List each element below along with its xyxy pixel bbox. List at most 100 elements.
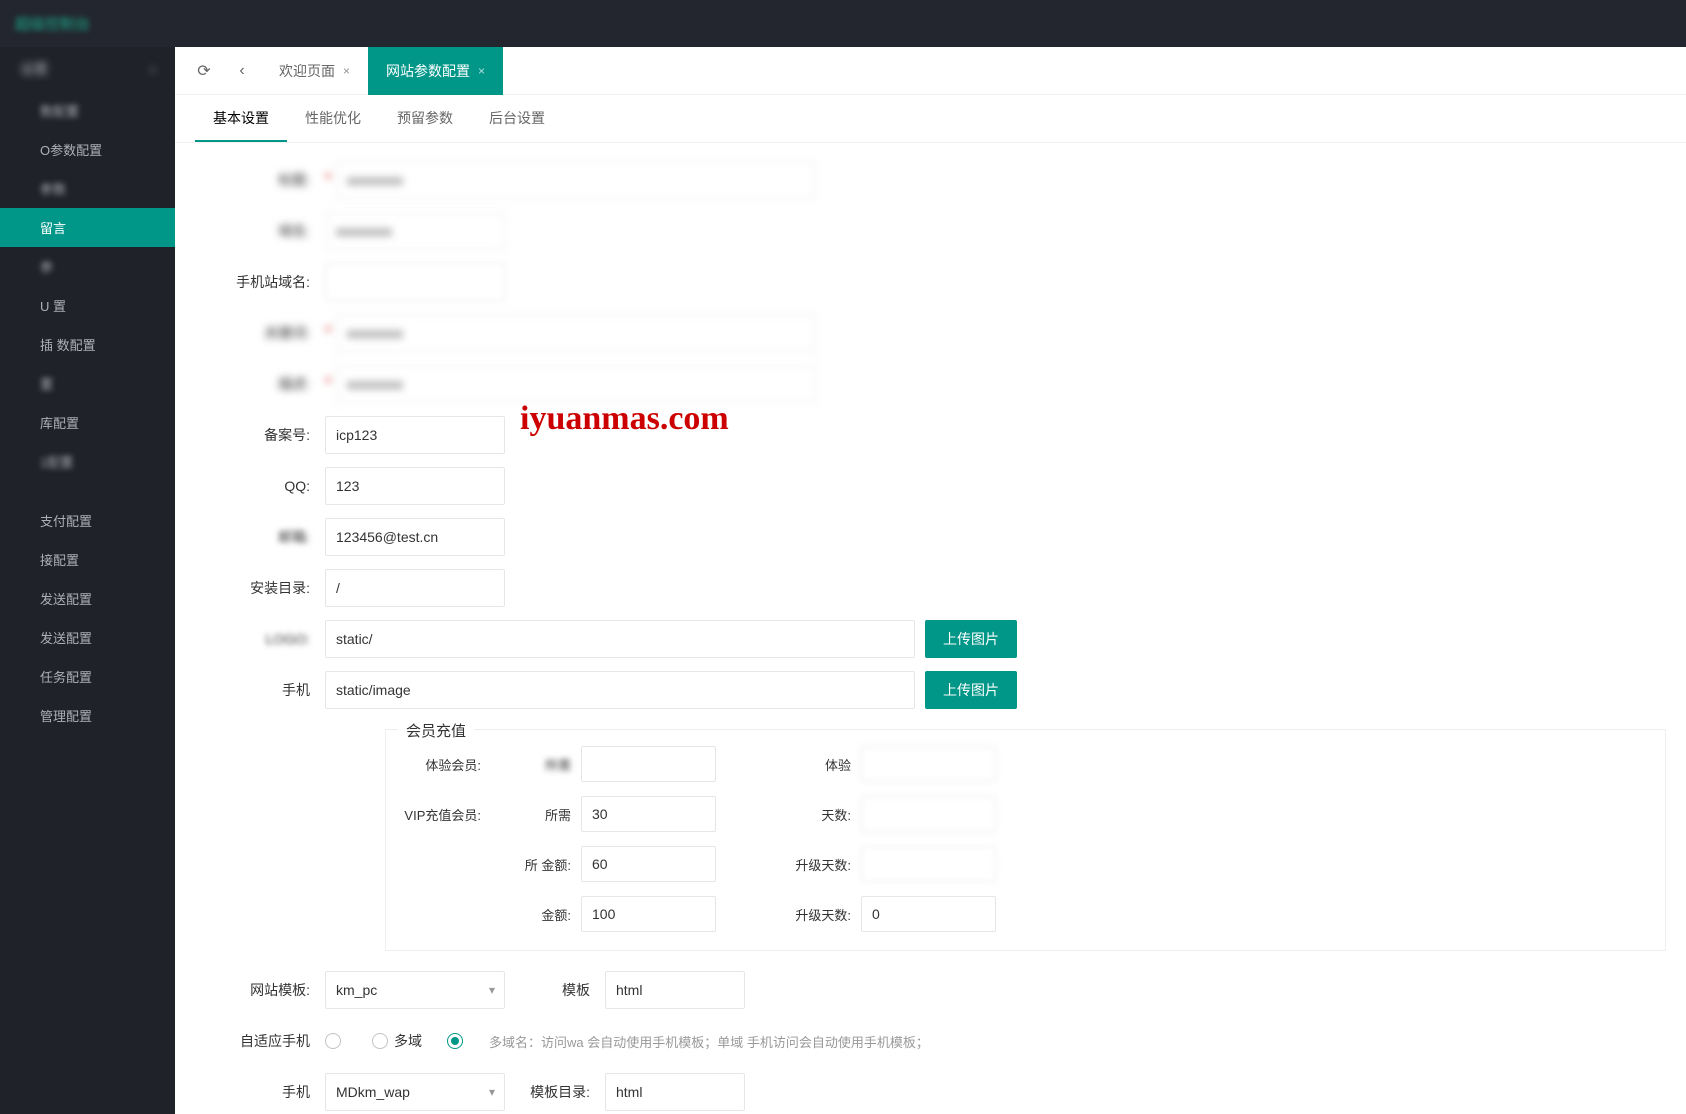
radio-option-2[interactable] [447, 1033, 469, 1049]
sidebar-item-12[interactable]: 接配置 [0, 540, 175, 579]
qq-input[interactable] [325, 467, 505, 505]
form-label: 关键词: [175, 323, 325, 343]
back-button[interactable]: ‹ [223, 52, 261, 90]
form-row: 域名: [175, 212, 1686, 250]
sidebar-group[interactable]: 设置 ▴ [0, 47, 175, 91]
icp-input[interactable] [325, 416, 505, 454]
fieldset-title: 会员充值 [398, 720, 474, 741]
desc-input[interactable] [336, 365, 816, 403]
mobile-template-value[interactable] [325, 1073, 505, 1111]
email-input[interactable] [325, 518, 505, 556]
form-label: 描述: [175, 374, 325, 394]
mobile-template-dir-label: 模板目录: [505, 1082, 605, 1102]
mobile-domain-input[interactable] [325, 263, 505, 301]
radio-option-0[interactable] [325, 1033, 347, 1049]
form-row: 关键词: * [175, 314, 1686, 352]
sidebar-item-10[interactable] [0, 481, 175, 501]
sidebar-item-11[interactable]: 支付配置 [0, 501, 175, 540]
title-input[interactable] [336, 161, 816, 199]
tab-site-config[interactable]: 网站参数配置 × [368, 47, 503, 95]
days-label: 升级天数: [776, 855, 861, 874]
required-icon: * [325, 375, 333, 393]
form-row-qq: QQ: [175, 467, 1686, 505]
vip2-amount-input[interactable] [581, 846, 716, 882]
logo-mobile-label: 手机 [175, 680, 325, 700]
trial-days-input[interactable] [861, 746, 996, 782]
adaptive-hint: 多域名：访问wa 会自动使用手机模板；单域 手机访问会自动使用手机模板； [489, 1032, 929, 1051]
subtab-performance[interactable]: 性能优化 [287, 96, 379, 142]
logo-pc-input[interactable] [325, 620, 915, 658]
subtab-basic[interactable]: 基本设置 [195, 96, 287, 142]
vip-label: VIP充值会员: [401, 805, 496, 824]
sidebar-item-13[interactable]: 发送配置 [0, 579, 175, 618]
form-row-template: 网站模板: ▾ 模板 [175, 971, 1686, 1009]
form-row-logo-pc: LOGO: 上传图片 [175, 620, 1686, 658]
mobile-template-select[interactable]: ▾ [325, 1073, 505, 1111]
form-row-install-dir: 安装目录: [175, 569, 1686, 607]
trial-label: 体验会员: [401, 755, 496, 774]
sidebar-item-15[interactable]: 任务配置 [0, 657, 175, 696]
qq-label: QQ: [175, 478, 325, 494]
radio-label: 多域 [394, 1031, 422, 1051]
tabbar: ⟳ ‹ 欢迎页面 × 网站参数配置 × [175, 47, 1686, 95]
sidebar-item-4[interactable]: 参 [0, 247, 175, 286]
logo-pc-label: LOGO: [175, 631, 325, 647]
sidebar-item-6[interactable]: 插 数配置 [0, 325, 175, 364]
sidebar-item-8[interactable]: 库配置 [0, 403, 175, 442]
radio-icon [325, 1033, 341, 1049]
form-row-logo-mobile: 手机 上传图片 [175, 671, 1686, 709]
sidebar-item-16[interactable]: 管理配置 [0, 696, 175, 735]
email-label: 邮箱: [175, 527, 325, 547]
sidebar-item-5[interactable]: U 置 [0, 286, 175, 325]
logo: 超级控制台 [15, 13, 90, 34]
logo-mobile-input[interactable] [325, 671, 915, 709]
amount-label: 所 金额: [496, 855, 581, 874]
install-dir-label: 安装目录: [175, 578, 325, 598]
adaptive-label: 自适应手机 [175, 1031, 325, 1051]
chevron-up-icon: ▴ [150, 64, 155, 75]
form-row-adaptive: 自适应手机 多域 [175, 1022, 1686, 1060]
amount-label: 金额: [496, 905, 581, 924]
vip2-days-input[interactable] [861, 846, 996, 882]
close-icon[interactable]: × [478, 64, 485, 78]
amount-label: 所需 [496, 805, 581, 824]
sidebar-item-7[interactable]: 置 [0, 364, 175, 403]
refresh-button[interactable]: ⟳ [185, 52, 223, 90]
trial-amount-input[interactable] [581, 746, 716, 782]
subtab-reserved[interactable]: 预留参数 [379, 96, 471, 142]
vip3-days-input[interactable] [861, 896, 996, 932]
form-label: 域名: [175, 221, 325, 241]
tab-welcome[interactable]: 欢迎页面 × [261, 47, 368, 95]
required-icon: * [325, 324, 333, 342]
form-area: 标题: * 域名: 手机站域名: 关键词: * [175, 143, 1686, 1114]
template-dir-input[interactable] [605, 971, 745, 1009]
member-row-vip1: VIP充值会员: 所需 天数: [401, 795, 1650, 833]
sidebar-item-0[interactable]: 数配置 [0, 91, 175, 130]
sidebar-item-9[interactable]: 1配置 [0, 442, 175, 481]
sidebar-item-2[interactable]: 参数 [0, 169, 175, 208]
upload-button-mobile[interactable]: 上传图片 [925, 671, 1017, 709]
upload-button-pc[interactable]: 上传图片 [925, 620, 1017, 658]
sidebar-item-1[interactable]: O参数配置 [0, 130, 175, 169]
radio-icon [372, 1033, 388, 1049]
vip1-days-input[interactable] [861, 796, 996, 832]
close-icon[interactable]: × [343, 64, 350, 78]
vip1-amount-input[interactable] [581, 796, 716, 832]
member-row-vip3: 金额: 升级天数: [401, 895, 1650, 933]
form-row: 标题: * [175, 161, 1686, 199]
vip3-amount-input[interactable] [581, 896, 716, 932]
template-select[interactable]: ▾ [325, 971, 505, 1009]
template-select-value[interactable] [325, 971, 505, 1009]
adaptive-radio-group: 多域 [325, 1031, 469, 1051]
keywords-input[interactable] [336, 314, 816, 352]
domain-input[interactable] [325, 212, 505, 250]
sidebar: 设置 ▴ 数配置 O参数配置 参数 留言 参 U 置 插 数配置 置 库配置 1… [0, 47, 175, 1114]
sidebar-item-14[interactable]: 发送配置 [0, 618, 175, 657]
mobile-template-dir-input[interactable] [605, 1073, 745, 1111]
install-dir-input[interactable] [325, 569, 505, 607]
subtab-backend[interactable]: 后台设置 [471, 96, 563, 142]
radio-option-1[interactable]: 多域 [372, 1031, 422, 1051]
form-label: 标题: [175, 170, 325, 190]
member-fieldset: 会员充值 体验会员: 所需 体验 VIP充值会员: 所需 [385, 729, 1666, 951]
sidebar-item-3[interactable]: 留言 [0, 208, 175, 247]
